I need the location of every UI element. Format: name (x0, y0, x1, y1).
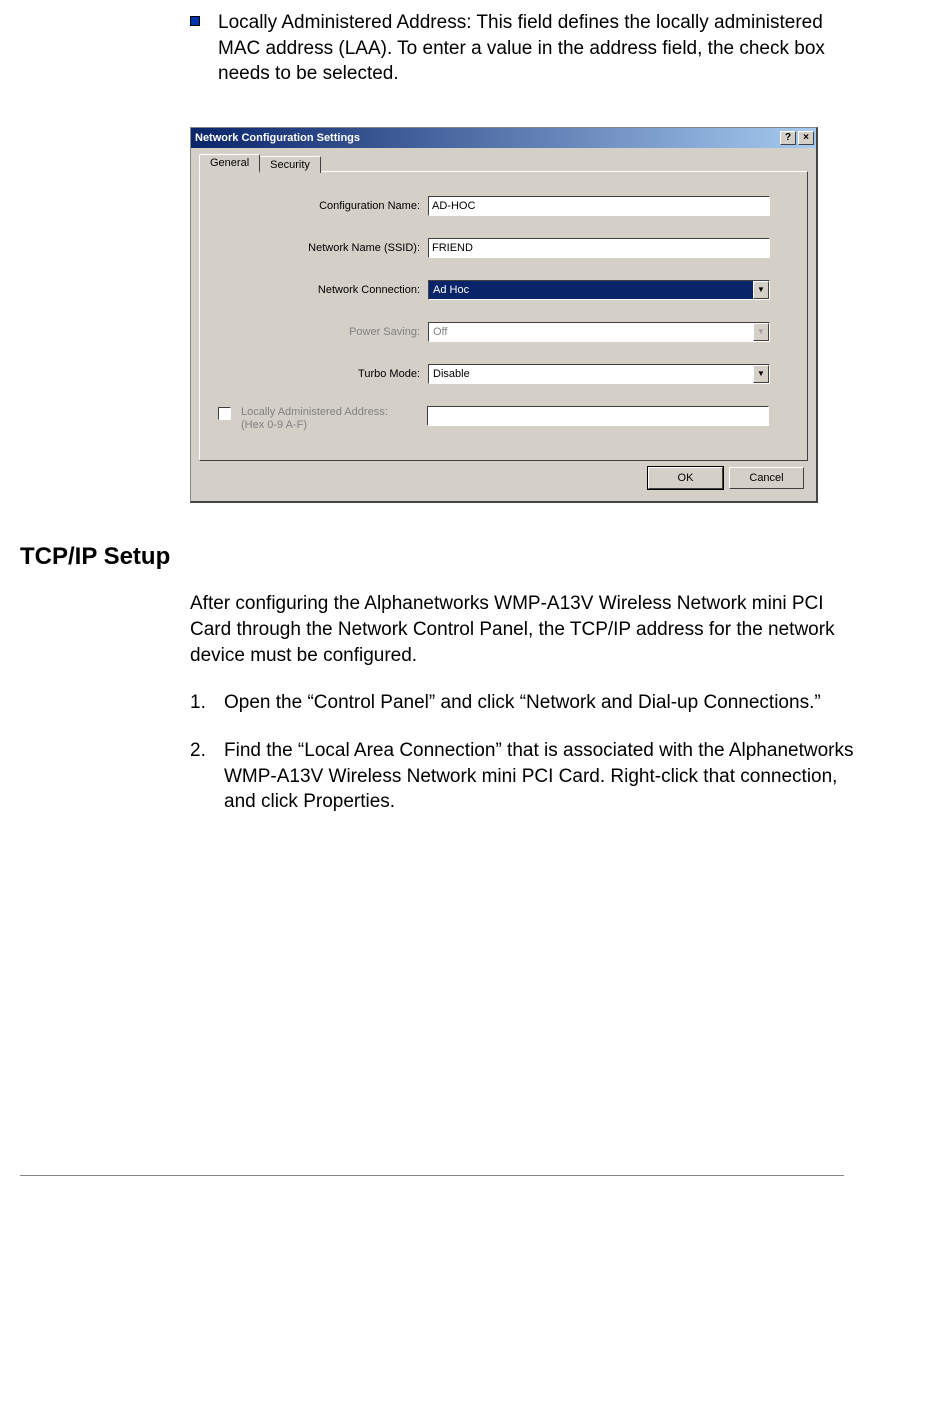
list-item: 2. Find the “Local Area Connection” that… (190, 738, 854, 815)
network-config-dialog: Network Configuration Settings ? × Gener… (190, 127, 818, 503)
tab-panel-general: Configuration Name: Network Name (SSID):… (199, 171, 808, 461)
power-value: Off (429, 323, 753, 341)
label-power: Power Saving: (218, 326, 428, 338)
step-text: Open the “Control Panel” and click “Netw… (224, 690, 821, 716)
ok-button[interactable]: OK (648, 467, 723, 489)
label-laa: Locally Administered Address: (Hex 0-9 A… (241, 406, 427, 432)
tab-security[interactable]: Security (259, 156, 321, 173)
ssid-input[interactable] (428, 238, 770, 258)
label-turbo: Turbo Mode: (218, 368, 428, 380)
turbo-select[interactable]: Disable ▼ (428, 364, 770, 384)
footer-rule (20, 1175, 844, 1176)
connection-value: Ad Hoc (429, 281, 753, 299)
list-item: 1. Open the “Control Panel” and click “N… (190, 690, 854, 716)
help-button[interactable]: ? (780, 131, 796, 145)
step-text: Find the “Local Area Connection” that is… (224, 738, 854, 815)
bullet-item: Locally Administered Address: This field… (190, 10, 854, 87)
chevron-down-icon: ▼ (753, 365, 769, 383)
bullet-text: Locally Administered Address: This field… (218, 10, 854, 87)
dialog-titlebar: Network Configuration Settings ? × (191, 128, 816, 148)
chevron-down-icon: ▼ (753, 323, 769, 341)
square-bullet-icon (190, 16, 200, 26)
tabs-row: General Security (199, 154, 808, 171)
tab-general[interactable]: General (199, 154, 260, 172)
close-button[interactable]: × (798, 131, 814, 145)
dialog-title: Network Configuration Settings (195, 132, 778, 144)
label-connection: Network Connection: (218, 284, 428, 296)
label-ssid: Network Name (SSID): (218, 242, 428, 254)
chevron-down-icon: ▼ (753, 281, 769, 299)
label-config-name: Configuration Name: (218, 200, 428, 212)
paragraph-intro: After configuring the Alphanetworks WMP-… (190, 591, 854, 668)
connection-select[interactable]: Ad Hoc ▼ (428, 280, 770, 300)
heading-tcpip: TCP/IP Setup (20, 543, 894, 571)
step-number: 1. (190, 690, 224, 716)
laa-input (427, 406, 769, 426)
power-select: Off ▼ (428, 322, 770, 342)
cancel-button[interactable]: Cancel (729, 467, 804, 489)
turbo-value: Disable (429, 365, 753, 383)
step-number: 2. (190, 738, 224, 815)
config-name-input[interactable] (428, 196, 770, 216)
laa-checkbox[interactable] (218, 407, 231, 420)
